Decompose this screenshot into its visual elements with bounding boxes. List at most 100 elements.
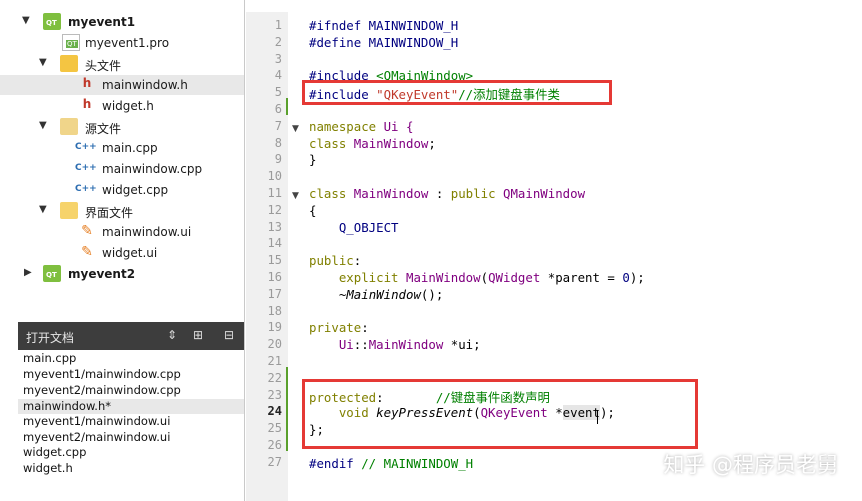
keyword: namespace bbox=[309, 119, 377, 134]
line-number: 7 bbox=[274, 119, 282, 133]
code-editor[interactable]: 1 2 3 4 5 6 7 8 9 10 11 12 13 14 15 16 1… bbox=[246, 0, 862, 501]
line-number: 12 bbox=[267, 203, 282, 217]
line-number: 16 bbox=[267, 270, 282, 284]
line-number: 8 bbox=[274, 136, 282, 150]
fold-arrow-icon[interactable]: ▼ bbox=[292, 191, 299, 201]
tree-item-mainwindow-cpp[interactable]: C++ mainwindow.cpp bbox=[0, 159, 244, 179]
line-number: 15 bbox=[267, 253, 282, 267]
line-number: 4 bbox=[274, 68, 282, 82]
open-doc-item[interactable]: main.cpp bbox=[18, 351, 244, 366]
function-name: MainWindow bbox=[346, 287, 421, 302]
tree-item-main-cpp[interactable]: C++ main.cpp bbox=[0, 138, 244, 158]
qt-project-icon bbox=[43, 13, 61, 30]
line-number: 21 bbox=[267, 354, 282, 368]
code-line: #define MAINWINDOW_H bbox=[309, 35, 458, 50]
expand-down-icon[interactable]: ▼ bbox=[39, 204, 47, 215]
forms-folder-icon bbox=[60, 202, 78, 219]
ui-file-icon: ✎ bbox=[81, 223, 93, 239]
class-name: MainWindow bbox=[368, 337, 444, 352]
tree-item-widget-cpp[interactable]: C++ widget.cpp bbox=[0, 180, 244, 200]
split-view-icon[interactable]: ⊞ bbox=[190, 328, 206, 344]
open-doc-item[interactable]: mainwindow.h* bbox=[18, 399, 244, 414]
tree-item-myevent2[interactable]: ▶ myevent2 bbox=[0, 264, 244, 284]
class-name: QMainWindow bbox=[495, 186, 586, 201]
ui-file-icon: ✎ bbox=[81, 244, 93, 260]
tree-item-label: widget.h bbox=[102, 99, 154, 113]
tree-item-widget-ui[interactable]: ✎ widget.ui bbox=[0, 243, 244, 263]
tree-item-widget-h[interactable]: h widget.h bbox=[0, 96, 244, 116]
tree-item-mainwindow-h[interactable]: h mainwindow.h bbox=[0, 75, 244, 95]
class-name: MainWindow bbox=[346, 136, 429, 151]
punctuation: ; bbox=[428, 136, 436, 151]
line-number-current: 24 bbox=[267, 404, 282, 418]
tree-item-forms[interactable]: ▼ 界面文件 bbox=[0, 201, 244, 221]
expand-down-icon[interactable]: ▼ bbox=[39, 57, 47, 68]
punctuation: : bbox=[361, 320, 369, 335]
tree-item-headers[interactable]: ▼ 头文件 bbox=[0, 54, 244, 74]
punctuation: (); bbox=[420, 287, 444, 302]
line-number: 11 bbox=[267, 186, 282, 200]
pro-file-icon bbox=[62, 34, 80, 51]
open-doc-item[interactable]: myevent1/mainwindow.cpp bbox=[18, 367, 244, 382]
expand-down-icon[interactable]: ▼ bbox=[22, 15, 30, 26]
class-name: MainWindow bbox=[346, 186, 429, 201]
fold-arrow-icon[interactable]: ▼ bbox=[292, 124, 299, 134]
keyword: class bbox=[309, 136, 347, 151]
open-doc-item[interactable]: myevent2/mainwindow.cpp bbox=[18, 383, 244, 398]
cpp-file-icon: C++ bbox=[75, 184, 97, 194]
function-name: MainWindow bbox=[398, 270, 481, 285]
tree-item-sources[interactable]: ▼ 源文件 bbox=[0, 117, 244, 137]
preprocessor-token: #ifndef bbox=[309, 18, 362, 33]
expand-right-icon[interactable]: ▶ bbox=[24, 267, 32, 278]
code-line: Q_OBJECT bbox=[309, 220, 399, 235]
macro-token: MAINWINDOW_H bbox=[361, 18, 459, 33]
header-file-icon: h bbox=[82, 76, 92, 90]
tree-item-myevent1-pro[interactable]: myevent1.pro bbox=[0, 33, 244, 53]
code-line: class MainWindow; bbox=[309, 136, 436, 151]
code-line: namespace Ui { bbox=[309, 119, 413, 134]
tree-item-label: myevent1 bbox=[68, 15, 136, 29]
sort-updown-icon[interactable]: ⇕ bbox=[164, 328, 180, 344]
keyword: public bbox=[309, 253, 354, 268]
tree-item-myevent1[interactable]: ▼ myevent1 bbox=[0, 12, 244, 32]
line-number: 23 bbox=[267, 388, 282, 402]
line-number-gutter: 1 2 3 4 5 6 7 8 9 10 11 12 13 14 15 16 1… bbox=[246, 12, 288, 501]
open-documents-list: main.cpp myevent1/mainwindow.cpp myevent… bbox=[18, 351, 244, 501]
line-number: 20 bbox=[267, 337, 282, 351]
preprocessor-token: #endif bbox=[309, 456, 354, 471]
highlight-box-include bbox=[302, 80, 612, 105]
header-file-icon: h bbox=[82, 97, 92, 111]
change-marker bbox=[286, 98, 288, 115]
identifier: Ui { bbox=[376, 119, 414, 134]
line-number: 13 bbox=[267, 220, 282, 234]
expand-down-icon[interactable]: ▼ bbox=[39, 120, 47, 131]
line-number: 9 bbox=[274, 152, 282, 166]
line-number: 18 bbox=[267, 304, 282, 318]
keyword: explicit bbox=[309, 270, 399, 285]
line-number: 14 bbox=[267, 236, 282, 250]
tree-item-mainwindow-ui[interactable]: ✎ mainwindow.ui bbox=[0, 222, 244, 242]
change-marker bbox=[286, 367, 288, 451]
qt-project-icon bbox=[43, 265, 61, 282]
code-line: Ui::MainWindow *ui; bbox=[309, 337, 481, 352]
close-pane-icon[interactable]: ⊟ bbox=[221, 328, 237, 344]
punctuation: :: bbox=[353, 337, 369, 352]
tree-item-label: 头文件 bbox=[85, 59, 122, 73]
open-doc-item[interactable]: myevent1/mainwindow.ui bbox=[18, 414, 244, 429]
tree-item-label: widget.ui bbox=[102, 246, 158, 260]
project-tree: ▼ myevent1 myevent1.pro ▼ 头文件 h mainwind… bbox=[0, 12, 244, 312]
tree-item-label: widget.cpp bbox=[102, 183, 169, 197]
code-line: ~MainWindow(); bbox=[309, 287, 443, 302]
highlight-box-protected bbox=[302, 379, 698, 449]
open-doc-item[interactable]: widget.h bbox=[18, 461, 244, 476]
left-sidebar: ▼ myevent1 myevent1.pro ▼ 头文件 h mainwind… bbox=[0, 0, 245, 501]
open-doc-item[interactable]: myevent2/mainwindow.ui bbox=[18, 430, 244, 445]
open-doc-item[interactable]: widget.cpp bbox=[18, 445, 244, 460]
tree-item-label: myevent1.pro bbox=[85, 36, 170, 50]
line-number: 2 bbox=[274, 35, 282, 49]
open-documents-header: 打开文档 ⇕ ⊞ ⊟ bbox=[18, 322, 244, 350]
preprocessor-token: #define bbox=[309, 35, 362, 50]
open-documents-title: 打开文档 bbox=[26, 331, 75, 345]
source-folder-icon bbox=[60, 118, 78, 135]
line-number: 10 bbox=[267, 169, 282, 183]
